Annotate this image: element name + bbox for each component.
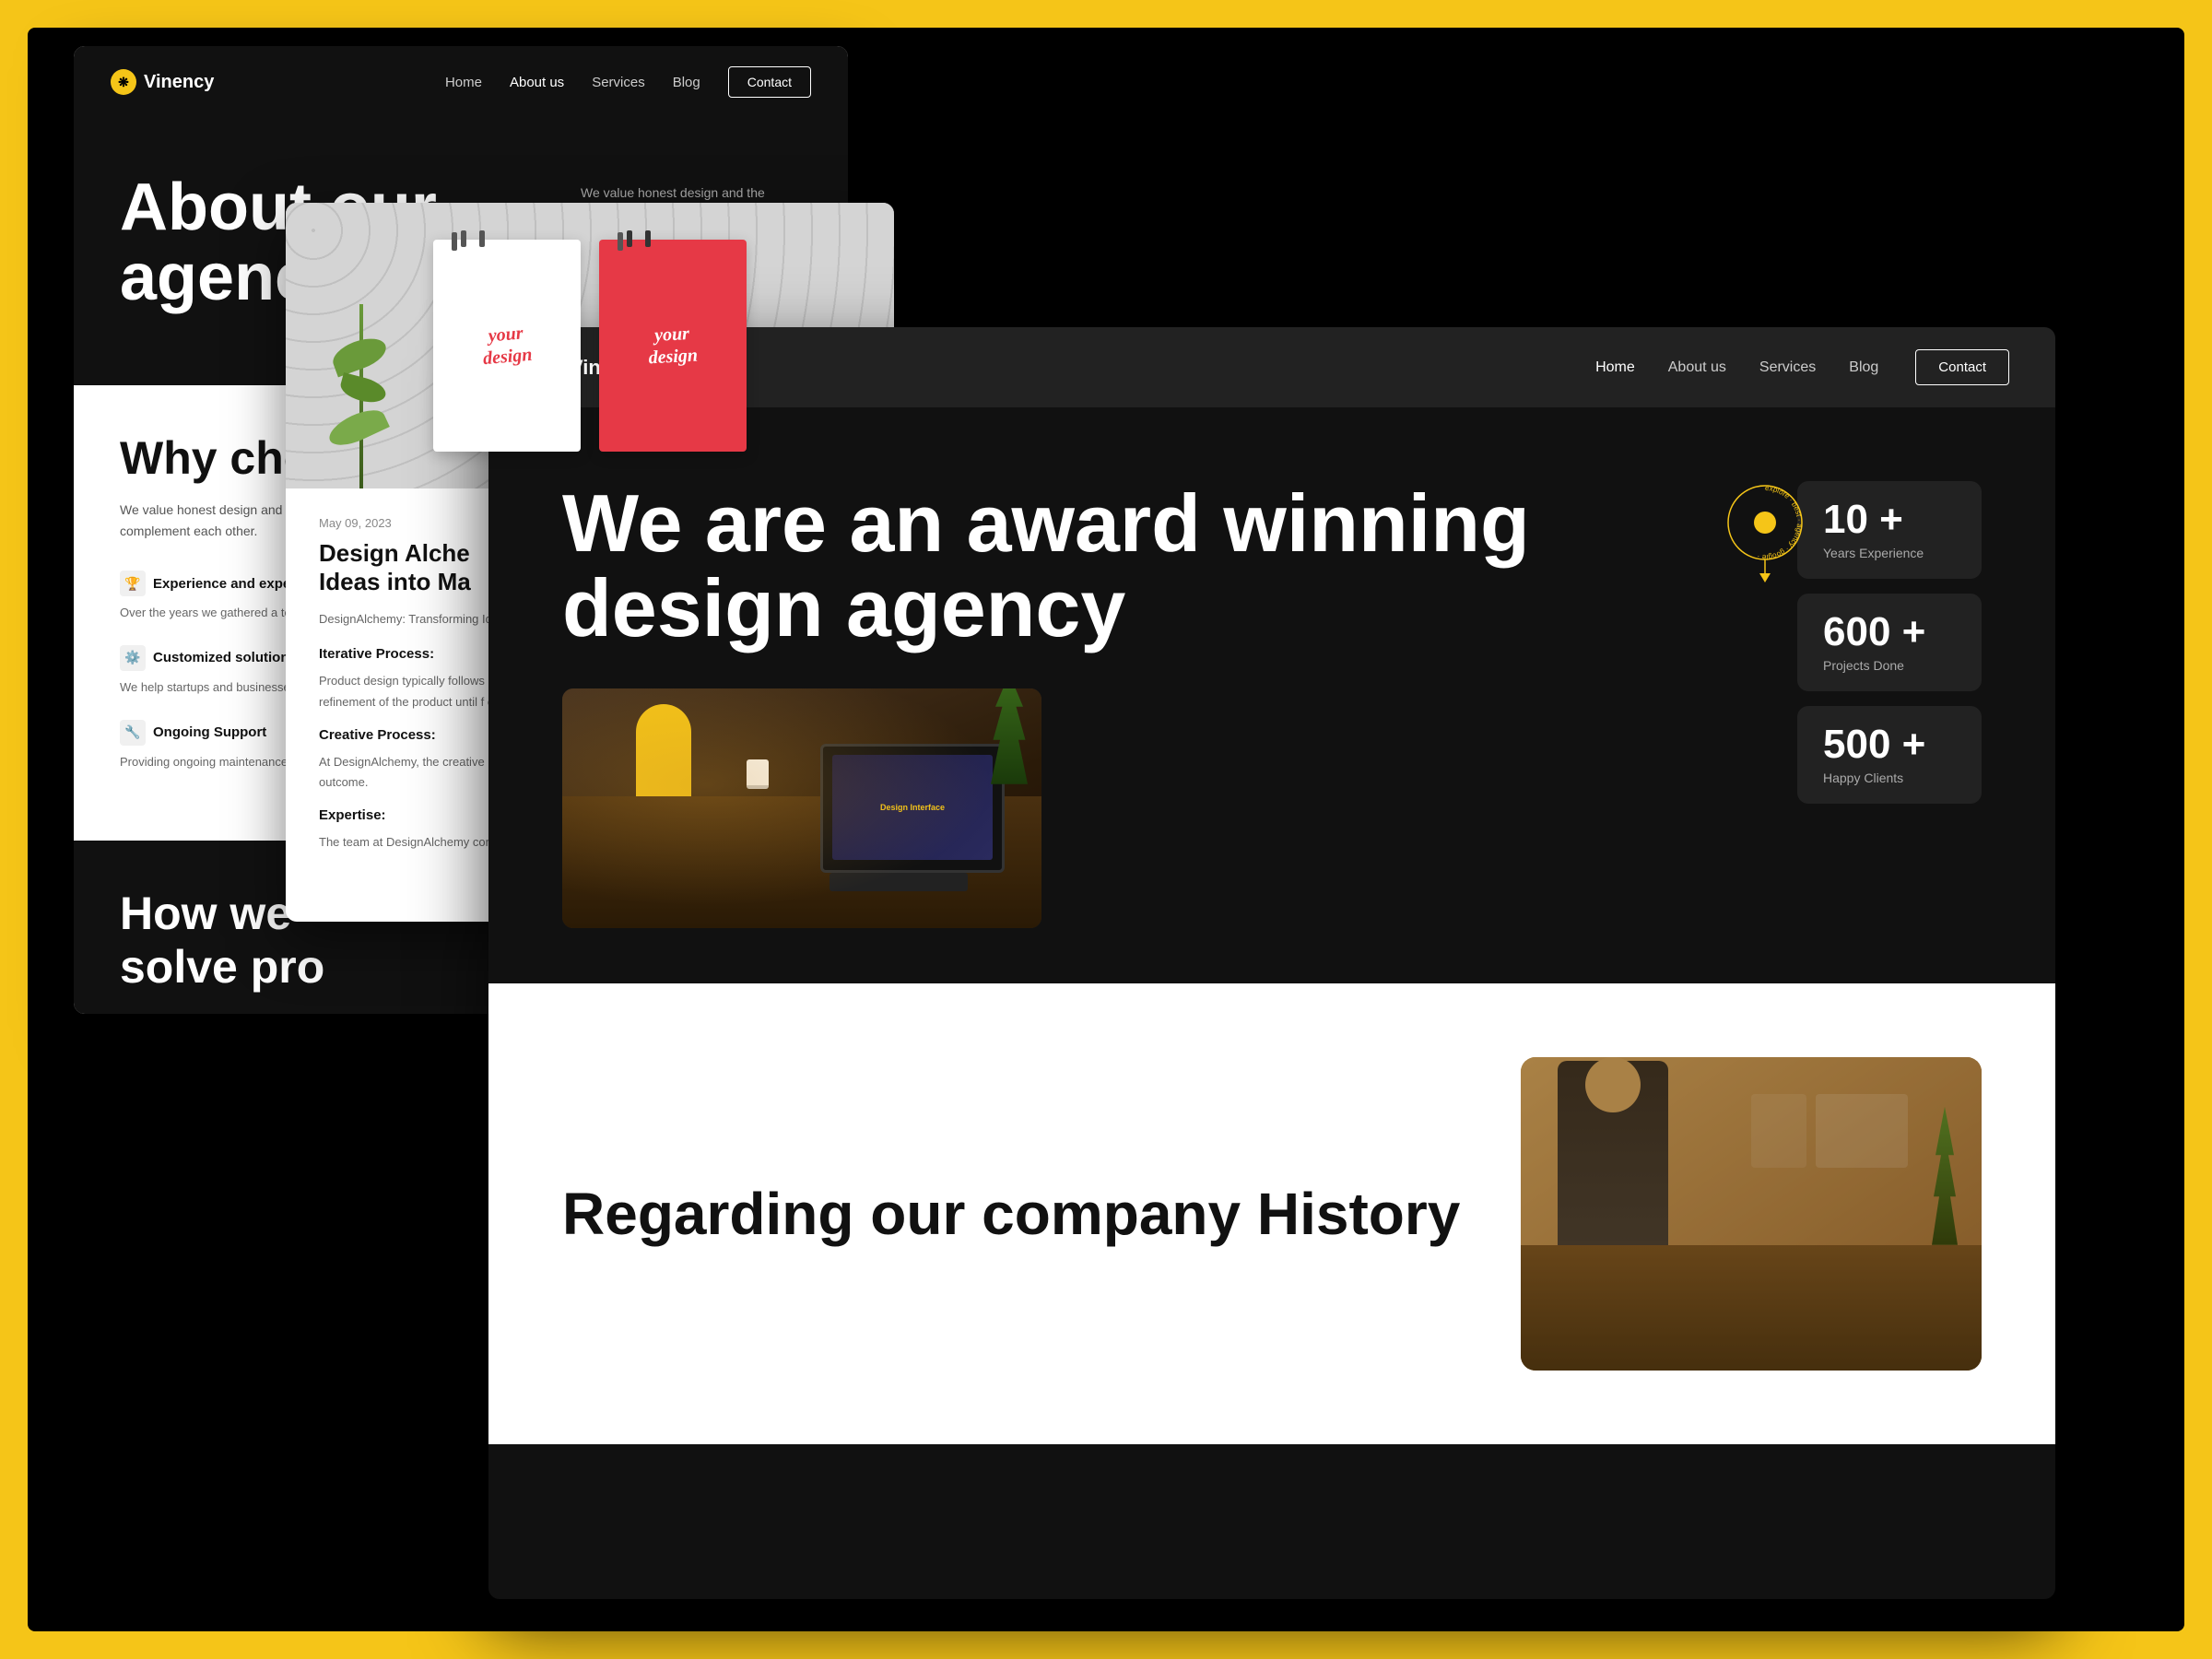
office-scene: Design Interface [562, 688, 1041, 928]
front-contact-button[interactable]: Contact [1915, 349, 2009, 385]
back-logo-icon: ❋ [111, 69, 136, 95]
front-stats: 10 + Years Experience 600 + Projects Don… [1797, 481, 1982, 804]
front-stat-clients: 500 + Happy Clients [1797, 706, 1982, 804]
front-stat-proj-number: 600 + [1823, 612, 1956, 653]
front-hero-title: We are an award winning design agency [562, 481, 1742, 652]
front-hero-content: We are an award winning design agency De… [562, 481, 1742, 928]
poster-red: yourdesign [599, 240, 747, 452]
back-logo-text: Vinency [144, 72, 214, 93]
back-contact-button[interactable]: Contact [728, 66, 811, 98]
back-logo: ❋ Vinency [111, 69, 214, 95]
back-feature-2-icon: ⚙️ [120, 645, 146, 671]
front-stat-proj-label: Projects Done [1823, 658, 1956, 673]
back-nav-about[interactable]: About us [510, 75, 564, 90]
back-nav-home[interactable]: Home [445, 75, 482, 90]
front-stat-experience: 10 + Years Experience [1797, 481, 1982, 579]
poster-white: yourdesign [433, 240, 581, 452]
badge-svg: explore · best · agency · google · [1724, 481, 1806, 582]
front-stat-exp-number: 10 + [1823, 500, 1956, 540]
back-nav-services[interactable]: Services [592, 75, 645, 90]
front-company-image [1521, 1057, 1982, 1371]
company-image-inner [1521, 1057, 1982, 1371]
circular-badge: explore · best · agency · google · [1724, 481, 1806, 587]
front-nav-home[interactable]: Home [1595, 359, 1635, 376]
back-feature-3-icon: 🔧 [120, 720, 146, 746]
front-nav-blog[interactable]: Blog [1849, 359, 1878, 376]
front-nav-links: Home About us Services Blog [1595, 359, 1878, 376]
front-hero: We are an award winning design agency De… [488, 407, 2055, 983]
front-nav-services[interactable]: Services [1759, 359, 1816, 376]
back-navbar: ❋ Vinency Home About us Services Blog Co… [74, 46, 848, 118]
front-company-title: Regarding our company History [562, 1182, 1465, 1246]
back-feature-1-icon: 🏆 [120, 571, 146, 596]
front-stat-exp-label: Years Experience [1823, 546, 1956, 560]
front-stat-clients-label: Happy Clients [1823, 771, 1956, 785]
front-hero-image: Design Interface [562, 688, 1041, 928]
front-nav-about[interactable]: About us [1668, 359, 1726, 376]
front-company-section: Regarding our company History [488, 983, 2055, 1444]
back-nav-links: Home About us Services Blog [445, 75, 700, 90]
back-nav-blog[interactable]: Blog [673, 75, 700, 90]
front-stat-projects: 600 + Projects Done [1797, 594, 1982, 691]
front-company-content: Regarding our company History [562, 1182, 1465, 1246]
front-stat-clients-number: 500 + [1823, 724, 1956, 765]
main-window: ❋ Vinency Home About us Services Blog Co… [488, 327, 2055, 1599]
